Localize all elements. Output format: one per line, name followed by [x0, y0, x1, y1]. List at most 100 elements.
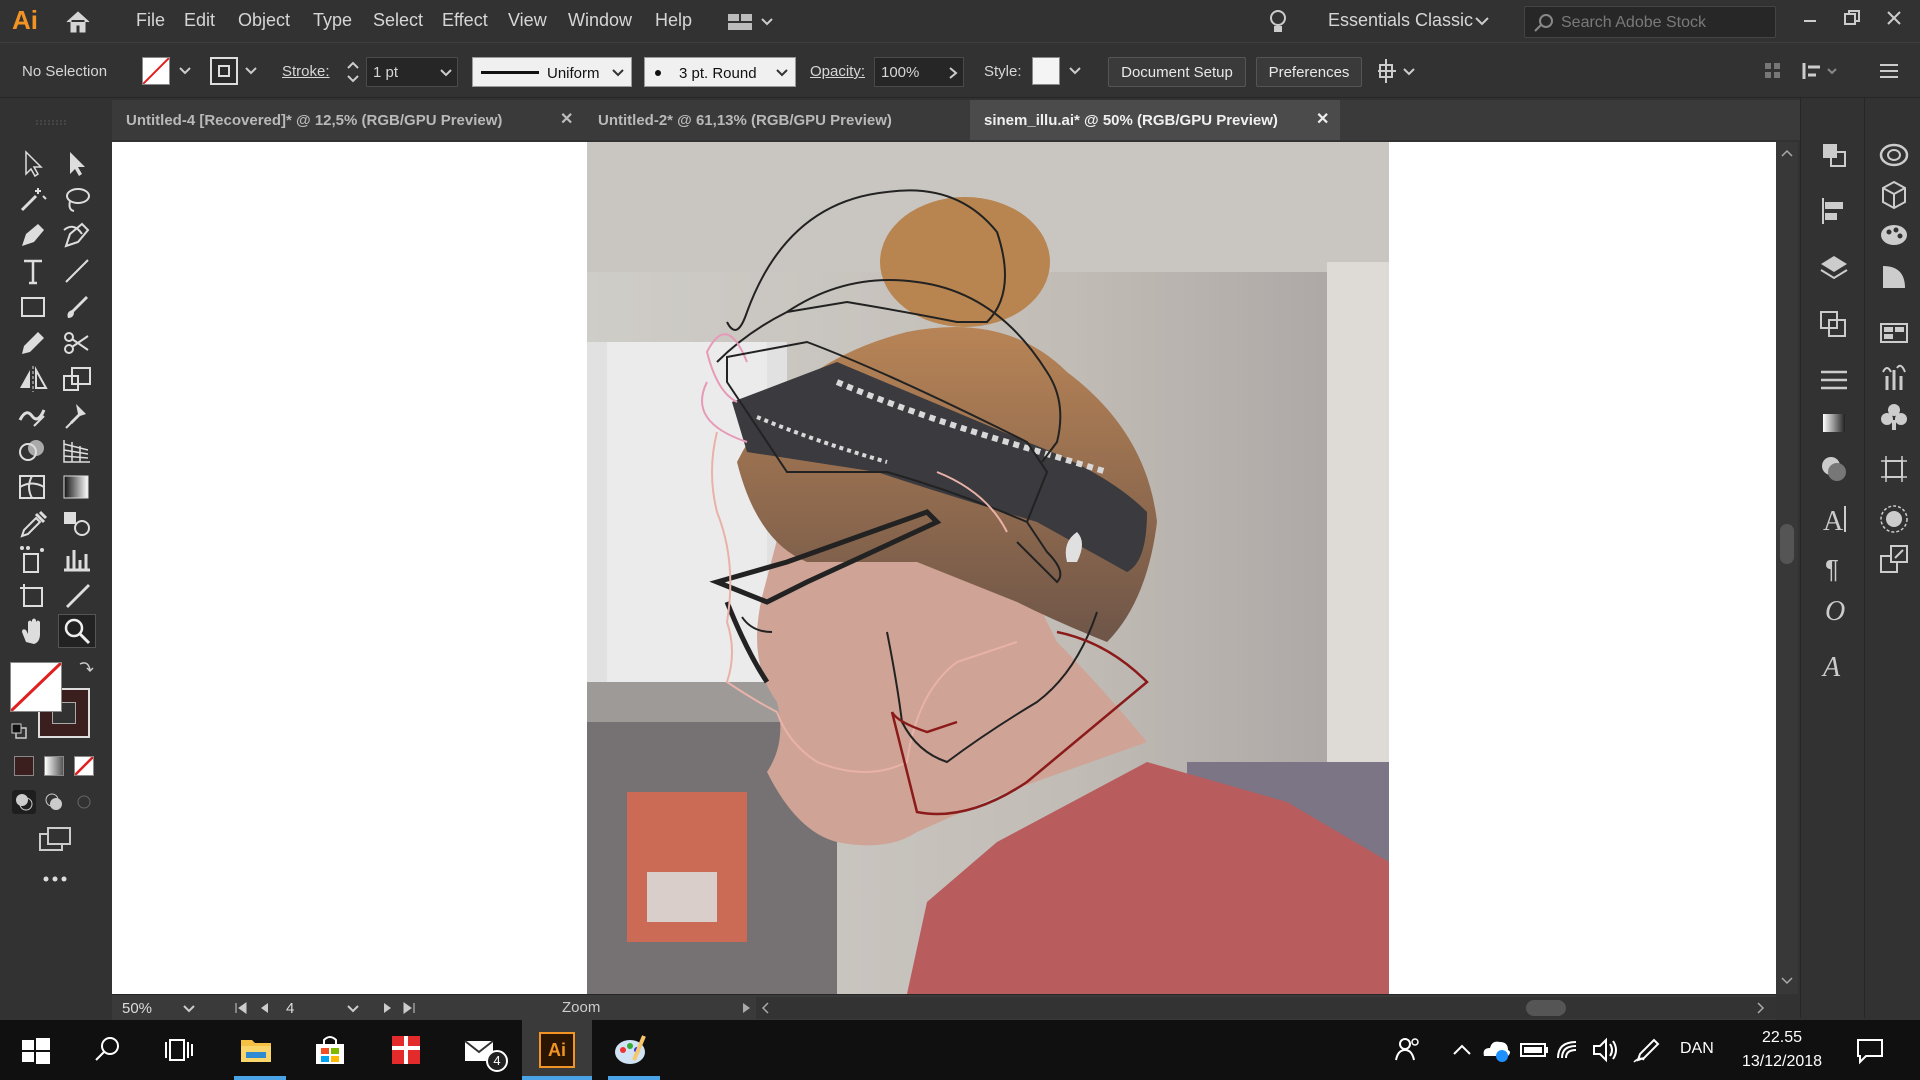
menu-type[interactable]: Type [313, 10, 352, 31]
menu-icon[interactable] [1878, 61, 1900, 81]
symbol-sprayer-tool-icon[interactable] [16, 544, 50, 574]
paintbrush-tool-icon[interactable] [60, 292, 94, 322]
blend-tool-icon[interactable] [60, 508, 94, 538]
preferences-button[interactable]: Preferences [1256, 57, 1362, 87]
gradient-panel-icon[interactable] [1817, 406, 1851, 440]
stroke-weight-field[interactable]: 1 pt [366, 57, 458, 87]
none-mode-icon[interactable] [74, 756, 94, 776]
pen-tool-icon[interactable] [16, 220, 50, 250]
draw-inside-icon[interactable] [72, 790, 96, 814]
minimize-icon[interactable] [1800, 10, 1820, 30]
pathfinder-panel-icon[interactable] [1817, 308, 1851, 342]
asset-export-panel-icon[interactable] [1877, 542, 1911, 576]
variable-width-profile[interactable]: Uniform [472, 57, 632, 87]
next-artboard-icon[interactable] [380, 1001, 394, 1015]
glyphs-panel-icon[interactable]: A [1817, 648, 1851, 682]
fill-color-box[interactable] [10, 662, 62, 712]
gift-app-icon[interactable] [388, 1032, 424, 1068]
paragraph-panel-icon[interactable]: ¶ [1817, 550, 1851, 584]
artboard-photo-trace[interactable] [587, 142, 1389, 994]
volume-icon[interactable] [1588, 1032, 1624, 1068]
first-artboard-icon[interactable] [234, 1001, 248, 1015]
gradient-tool-icon[interactable] [60, 472, 94, 502]
artboard-tool-icon[interactable] [16, 580, 50, 610]
reflect-tool-icon[interactable] [16, 364, 50, 394]
store-icon[interactable] [312, 1032, 348, 1068]
onedrive-icon[interactable] [1478, 1032, 1514, 1068]
pencil-tool-icon[interactable] [16, 328, 50, 358]
previous-artboard-icon[interactable] [258, 1001, 272, 1015]
stock-search-input[interactable]: Search Adobe Stock [1524, 6, 1776, 38]
menu-edit[interactable]: Edit [184, 10, 215, 31]
arrange-documents-icon[interactable] [728, 12, 776, 32]
pin-tool-icon[interactable] [60, 400, 94, 430]
shape-builder-tool-icon[interactable] [16, 436, 50, 466]
people-icon[interactable] [1390, 1032, 1426, 1068]
input-language[interactable]: DAN [1680, 1040, 1714, 1058]
status-menu-arrow-icon[interactable] [740, 1001, 752, 1015]
menu-effect[interactable]: Effect [442, 10, 488, 31]
chevron-down-icon[interactable] [1068, 65, 1082, 77]
vertical-scrollbar[interactable] [1776, 142, 1798, 994]
document-setup-button[interactable]: Document Setup [1108, 57, 1246, 87]
libraries-panel-icon[interactable] [1877, 138, 1911, 172]
stroke-label[interactable]: Stroke: [282, 63, 330, 80]
type-tool-icon[interactable] [16, 256, 50, 286]
mesh-tool-icon[interactable] [16, 472, 50, 502]
file-explorer-icon[interactable] [238, 1032, 274, 1068]
character-panel-icon[interactable]: A [1817, 502, 1851, 536]
paint-app-icon[interactable] [612, 1032, 648, 1068]
rectangle-tool-icon[interactable] [16, 292, 50, 322]
windows-start-icon[interactable] [18, 1032, 54, 1068]
workspace-switcher[interactable]: Essentials Classic [1328, 10, 1473, 31]
appearance-panel-icon[interactable] [1877, 502, 1911, 536]
taskbar-clock[interactable]: 22.55 13/12/2018 [1740, 1026, 1824, 1074]
arrange-icon[interactable] [1376, 57, 1418, 85]
menu-object[interactable]: Object [238, 10, 290, 31]
curvature-tool-icon[interactable] [60, 220, 94, 250]
tab-untitled-2[interactable]: Untitled-2* @ 61,13% (RGB/GPU Preview) ✕ [584, 100, 996, 140]
fill-swatch[interactable] [142, 57, 170, 85]
task-view-icon[interactable] [162, 1032, 198, 1068]
stroke-panel-icon[interactable] [1817, 364, 1851, 398]
scissors-tool-icon[interactable] [60, 328, 94, 358]
last-artboard-icon[interactable] [402, 1001, 416, 1015]
lightbulb-icon[interactable] [1266, 8, 1290, 36]
transform-panel-icon[interactable] [1817, 138, 1851, 172]
line-segment-tool-icon[interactable] [60, 256, 94, 286]
gradient-mode-icon[interactable] [44, 756, 64, 776]
stroke-swatch[interactable] [210, 57, 238, 85]
3d-cube-panel-icon[interactable] [1877, 178, 1911, 212]
pen-workspace-icon[interactable] [1630, 1032, 1666, 1068]
symbols-panel-icon[interactable] [1877, 400, 1911, 434]
menu-view[interactable]: View [508, 10, 547, 31]
color-mode-icon[interactable] [14, 756, 34, 776]
scroll-thumb[interactable] [1526, 1000, 1566, 1016]
direct-selection-tool-icon[interactable] [60, 148, 94, 178]
lasso-tool-icon[interactable] [60, 184, 94, 214]
wifi-icon[interactable] [1552, 1032, 1588, 1068]
eyedropper-tool-icon[interactable] [16, 508, 50, 538]
menu-window[interactable]: Window [568, 10, 632, 31]
zoom-level-field[interactable]: 50% [116, 997, 202, 1019]
chevron-down-icon[interactable] [244, 65, 258, 77]
tab-sinem-illu[interactable]: sinem_illu.ai* @ 50% (RGB/GPU Preview) ✕ [970, 100, 1340, 140]
color-themes-panel-icon[interactable] [1877, 218, 1911, 252]
transparency-panel-icon[interactable] [1817, 452, 1851, 486]
perspective-grid-tool-icon[interactable] [60, 436, 94, 466]
opacity-label[interactable]: Opacity: [810, 63, 865, 80]
menu-help[interactable]: Help [655, 10, 692, 31]
close-icon[interactable]: ✕ [1316, 109, 1329, 129]
color-guide-panel-icon[interactable] [1877, 260, 1911, 294]
stroke-stepper-icon[interactable] [344, 57, 362, 87]
scroll-thumb[interactable] [1780, 524, 1794, 564]
layers-panel-icon[interactable] [1817, 250, 1851, 284]
zoom-tool-icon[interactable] [58, 614, 96, 648]
brush-definition[interactable]: 3 pt. Round [644, 57, 796, 87]
tab-untitled-4[interactable]: Untitled-4 [Recovered]* @ 12,5% (RGB/GPU… [112, 100, 584, 140]
brushes-panel-icon[interactable] [1877, 360, 1911, 394]
menu-file[interactable]: File [136, 10, 165, 31]
chevron-up-icon[interactable] [1444, 1032, 1480, 1068]
artboard-number-field[interactable]: 4 [282, 997, 364, 1019]
selection-tool-icon[interactable] [16, 148, 50, 178]
